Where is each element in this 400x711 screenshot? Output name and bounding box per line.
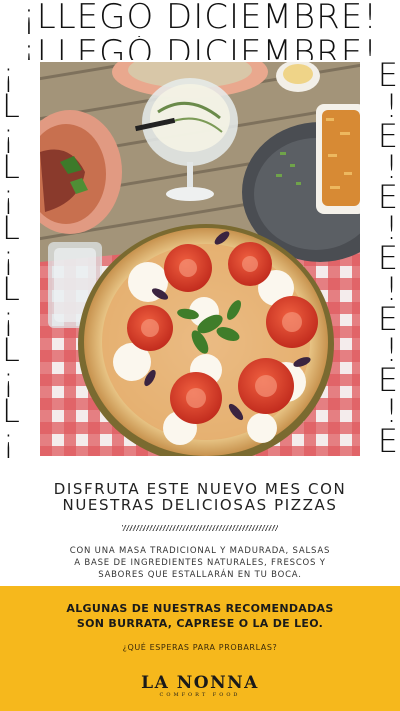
side-glyph: ¡	[2, 117, 15, 155]
side-glyph: E	[377, 422, 398, 460]
right-letter-column: E ! E ! E ! E ! E ! E ! E	[362, 56, 398, 460]
subtitle: DISFRUTA ESTE NUEVO MES CON NUESTRAS DEL…	[20, 481, 380, 513]
subtitle-line: NUESTRAS DELICIOSAS PIZZAS	[62, 496, 338, 514]
brand-logo: LA NONNA COMFORT FOOD	[140, 674, 260, 699]
left-letter-column: ¡ L ¡ L ¡ L ¡ L ¡ L ¡ L ¡	[2, 56, 38, 460]
description-line: A BASE DE INGREDIENTES NATURALES, FRESCO…	[74, 558, 326, 568]
pizza-photo	[40, 62, 360, 456]
recommendations-line: SON BURRATA, CAPRESE O LA DE LEO.	[76, 617, 324, 630]
side-glyph: E	[377, 239, 398, 277]
side-glyph: E	[377, 178, 398, 216]
side-glyph: E	[377, 56, 398, 94]
promo-band: ALGUNAS DE NUESTRAS RECOMENDADAS SON BUR…	[0, 586, 400, 711]
call-to-action: ¿QUÉ ESPERAS PARA PROBARLAS?	[122, 643, 278, 652]
side-glyph: ¡	[2, 300, 15, 338]
divider	[122, 525, 278, 531]
side-glyph: ¡	[2, 56, 15, 94]
side-glyph: ¡	[2, 422, 15, 460]
description-line: SABORES QUE ESTALLARÁN EN TU BOCA.	[98, 570, 302, 580]
recommendations-text: ALGUNAS DE NUESTRAS RECOMENDADAS SON BUR…	[40, 601, 360, 631]
side-glyph: E	[377, 300, 398, 338]
side-glyph: E	[377, 361, 398, 399]
subtitle-line: DISFRUTA ESTE NUEVO MES CON	[53, 480, 347, 498]
description-line: CON UNA MASA TRADICIONAL Y MADURADA, SAL…	[69, 546, 331, 556]
side-glyph: ¡	[2, 361, 15, 399]
headline: ¡LLEGO DICIEMBRE!	[22, 0, 378, 37]
side-glyph: E	[377, 117, 398, 155]
side-glyph: ¡	[2, 239, 15, 277]
headline-echo: ¡LLEGÓ DICIEMBRE!	[22, 36, 378, 60]
side-glyph: ¡	[2, 178, 15, 216]
recommendations-line: ALGUNAS DE NUESTRAS RECOMENDADAS	[66, 602, 334, 615]
brand-tagline: COMFORT FOOD	[159, 692, 241, 698]
brand-name: LA NONNA	[141, 673, 259, 693]
description: CON UNA MASA TRADICIONAL Y MADURADA, SAL…	[60, 545, 340, 581]
